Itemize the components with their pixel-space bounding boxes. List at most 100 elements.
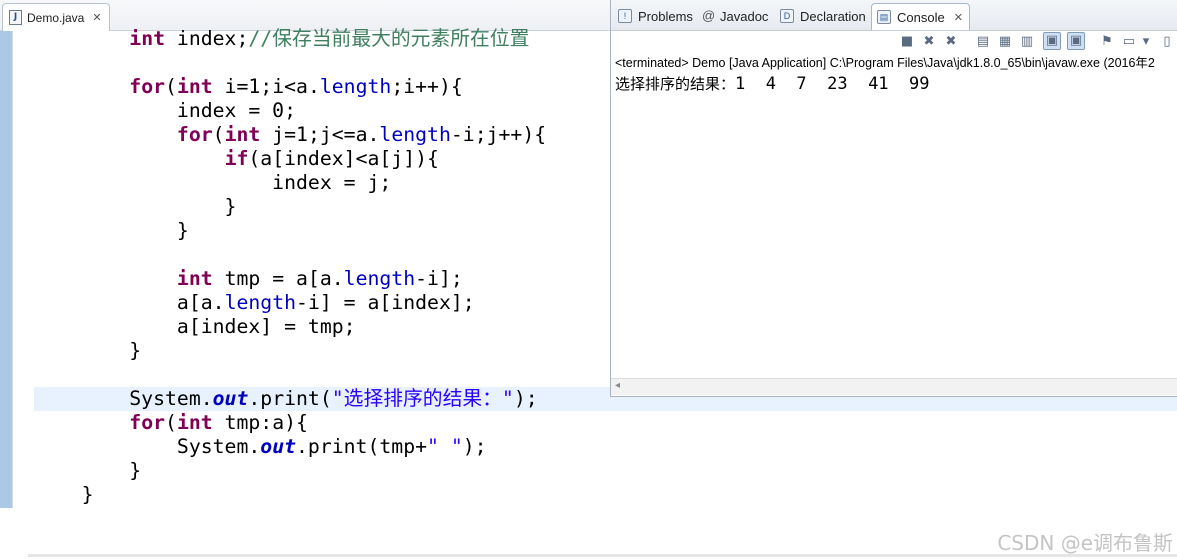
terminate-icon[interactable]: ■ [899,34,915,50]
code-line: index = j; [34,171,546,195]
code-token: ( [165,75,177,98]
code-line: } [34,339,546,363]
code-line: } [34,195,546,219]
console-view: ! Problems @ Javadoc D Declaration ▤ Con… [610,0,1177,397]
console-horizontal-scrollbar[interactable]: ◂ [611,378,1177,395]
code-token: tmp = a[a. [212,267,344,290]
code-token: ( [212,123,225,146]
code-token: ); [513,387,538,410]
watermark: CSDN @e调布鲁斯 [997,531,1173,555]
code-token-kw: int [176,267,213,290]
open-console-icon[interactable]: ▯ [1159,34,1175,50]
code-token-str: " " [427,435,463,458]
display-console-icon[interactable]: ▭ [1121,34,1137,50]
remove-all-launches-icon[interactable]: ✖ [943,34,959,50]
code-line: System.out.print(tmp+" "); [34,435,546,459]
code-line: for(int j=1;j<=a.length-i;j++){ [34,123,546,147]
code-token: ;i++){ [391,75,463,98]
output-values: 1 4 7 23 41 99 [735,74,930,94]
tab-label: Problems [638,8,693,24]
tab-label: Declaration [800,8,866,24]
tab-console[interactable]: ▤ Console ✕ [871,3,970,30]
gutter-divider [12,31,13,508]
javadoc-icon: @ [702,8,716,23]
scroll-lock-icon[interactable]: ▦ [997,34,1013,50]
code-line: } [34,483,546,507]
code-token: index = 0; [34,99,297,122]
word-wrap-icon[interactable]: ▥ [1019,34,1035,50]
code-token-fld: length [224,291,297,314]
code-token: ( [165,411,177,434]
code-token-kw: for [176,123,213,146]
code-token: -i;j++){ [450,123,547,146]
close-icon[interactable]: ✕ [954,11,963,24]
code-line: } [34,459,546,483]
code-token: j=1;j<=a. [260,123,380,146]
code-token: ); [462,435,487,458]
pin-console-icon[interactable]: ⚑ [1099,34,1115,50]
code-token-stat: out [260,435,297,458]
code-line: System.out.print("选择排序的结果："); [34,387,546,411]
code-line: int tmp = a[a.length-i]; [34,267,546,291]
code-token-kw: if [224,147,249,170]
tab-label: Console [897,9,945,25]
show-on-stderr-icon[interactable]: ▣ [1067,32,1085,50]
code-token: System. [34,387,213,410]
code-token: i=1;i<a. [212,75,320,98]
code-line: a[a.length-i] = a[index]; [34,291,546,315]
view-tab-bar: ! Problems @ Javadoc D Declaration ▤ Con… [611,0,1177,31]
code-area[interactable]: int index;//保存当前最大的元素所在位置 for(int i=1;i<… [34,27,546,531]
scroll-left-icon[interactable]: ◂ [615,380,620,391]
code-token: } [34,459,142,482]
console-output[interactable]: 选择排序的结果：1 4 7 23 41 99 [615,73,929,94]
code-line: int index;//保存当前最大的元素所在位置 [34,27,546,51]
code-token: } [34,195,237,218]
code-token: a[index] = tmp; [34,315,356,338]
code-line: a[index] = tmp; [34,315,546,339]
tab-problems[interactable]: ! Problems [613,4,693,28]
output-label: 选择排序的结果： [615,75,736,93]
code-token: .print( [248,387,332,410]
code-token: index = j; [34,171,392,194]
code-line: index = 0; [34,99,546,123]
declaration-icon: D [780,9,794,23]
java-file-icon: J [9,10,22,25]
code-token: (a[index]<a[j]){ [248,147,439,170]
code-token: index; [165,27,249,50]
code-line: if(a[index]<a[j]){ [34,147,546,171]
show-on-stdout-icon[interactable]: ▣ [1043,32,1061,50]
code-token-cmt: //保存当前最大的元素所在位置 [248,27,530,50]
clear-console-icon[interactable]: ▤ [975,34,991,50]
tab-javadoc[interactable]: @ Javadoc [697,4,768,28]
code-token-fld: length [379,123,451,146]
tab-declaration[interactable]: D Declaration [775,4,866,28]
code-token-kw: int [176,411,213,434]
code-token-kw: for [129,75,166,98]
code-token-stat: out [212,387,249,410]
chevron-down-icon[interactable]: ▾ [1141,34,1151,50]
code-token-kw: int [224,123,261,146]
editor-gutter [0,31,12,508]
close-icon[interactable]: ✕ [92,11,101,24]
code-token-kw: int [129,27,166,50]
code-token-kw: for [129,411,166,434]
code-line: for(int tmp:a){ [34,411,546,435]
problems-icon: ! [618,9,632,23]
code-token: } [34,483,94,506]
console-icon: ▤ [877,10,891,24]
code-token: } [34,219,189,242]
code-line: } [34,219,546,243]
console-status-line: <terminated> Demo [Java Application] C:\… [615,56,1155,70]
code-token: } [34,339,142,362]
code-token-fld: length [319,75,392,98]
remove-launch-icon[interactable]: ✖ [921,34,937,50]
code-token: System. [34,435,261,458]
